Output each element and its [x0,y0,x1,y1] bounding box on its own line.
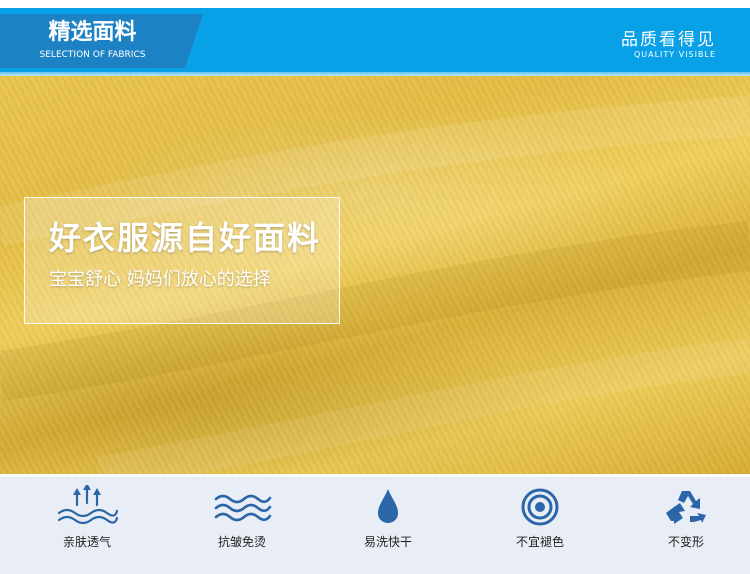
breathable-arrows-icon [57,485,119,525]
target-circles-icon [521,488,559,526]
section-label: 精选面料 SELECTION OF FABRICS [0,14,203,68]
quality-label: 品质看得见 QUALITY VISIBLE [621,30,716,60]
hero-headline: 好衣服源自好面料 [49,219,322,257]
feature-quick-dry: 易洗快干 [313,477,463,574]
feature-bar: 亲肤透气 抗皱免烫 易洗快干 不宜褪色 不变形 [0,477,750,574]
feature-label: 抗皱免烫 [217,535,266,549]
feature-label: 亲肤透气 [62,535,111,549]
wave-lines-icon [214,494,272,522]
feature-no-deform: 不变形 [611,477,750,574]
feature-label: 不变形 [667,535,704,549]
quality-title: 品质看得见 [621,30,716,50]
feature-breathable: 亲肤透气 [12,477,162,574]
hero-subline: 宝宝舒心 妈妈们放心的选择 [49,269,271,290]
section-title: 精选面料 [48,20,137,45]
recycle-icon [666,491,706,524]
feature-anti-wrinkle: 抗皱免烫 [167,477,317,574]
feature-label: 不宜褪色 [515,535,564,549]
quality-subtitle: QUALITY VISIBLE [633,50,716,59]
section-subtitle: SELECTION OF FABRICS [39,50,146,60]
feature-label: 易洗快干 [363,535,412,549]
hero-text-box: 好衣服源自好面料 宝宝舒心 妈妈们放心的选择 [24,197,340,324]
water-drop-icon [378,489,398,523]
feature-colorfast: 不宜褪色 [465,477,615,574]
